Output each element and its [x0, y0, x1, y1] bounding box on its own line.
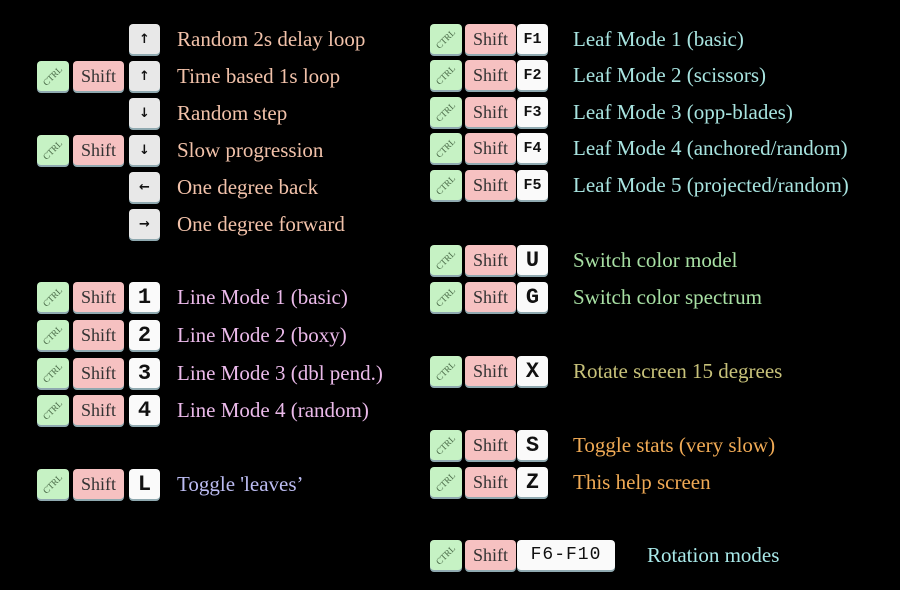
ctrl-key: CTRL [430, 24, 462, 54]
ctrl-key-label: CTRL [41, 398, 65, 422]
shift-key: Shift [465, 430, 516, 460]
ctrl-key-label: CTRL [434, 248, 458, 272]
shift-key: Shift [465, 467, 516, 497]
ctrl-key-label: CTRL [434, 543, 458, 567]
shortcut-description: Switch color spectrum [573, 285, 762, 309]
shift-key: Shift [73, 61, 124, 91]
ctrl-key-label: CTRL [434, 359, 458, 383]
shortcut-description: Toggle 'leaves’ [177, 472, 304, 496]
ctrl-key: CTRL [430, 282, 462, 312]
ctrl-key: CTRL [430, 170, 462, 200]
shift-key: Shift [465, 170, 516, 200]
key-u: U [517, 245, 548, 275]
ctrl-key: CTRL [430, 245, 462, 275]
shift-key: Shift [465, 245, 516, 275]
ctrl-key-label: CTRL [434, 63, 458, 87]
ctrl-key-label: CTRL [434, 433, 458, 457]
shortcut-description: Leaf Mode 3 (opp-blades) [573, 100, 793, 124]
shortcut-description: Line Mode 2 (boxy) [177, 323, 347, 347]
ctrl-key-label: CTRL [434, 470, 458, 494]
shortcut-description: Random 2s delay loop [177, 27, 366, 51]
shift-key: Shift [465, 60, 516, 90]
arrow-left-icon: ← [129, 172, 160, 202]
key-3: 3 [129, 358, 160, 388]
ctrl-key: CTRL [37, 282, 69, 312]
ctrl-key: CTRL [430, 430, 462, 460]
shift-key: Shift [73, 469, 124, 499]
key-f4: F4 [517, 133, 548, 163]
shortcut-description: Toggle stats (very slow) [573, 433, 776, 457]
ctrl-key: CTRL [430, 133, 462, 163]
ctrl-key: CTRL [37, 320, 69, 350]
ctrl-key: CTRL [37, 61, 69, 91]
shortcut-description: Rotate screen 15 degrees [573, 359, 783, 383]
ctrl-key: CTRL [430, 97, 462, 127]
key-4: 4 [129, 395, 160, 425]
ctrl-key-label: CTRL [41, 64, 65, 88]
shift-key: Shift [73, 282, 124, 312]
arrow-down-icon: ↓ [129, 98, 160, 128]
ctrl-key: CTRL [430, 60, 462, 90]
shift-key: Shift [73, 395, 124, 425]
key-z: Z [517, 467, 548, 497]
ctrl-key-label: CTRL [41, 472, 65, 496]
key-f5: F5 [517, 170, 548, 200]
arrow-right-icon: → [129, 209, 160, 239]
key-f2: F2 [517, 60, 548, 90]
ctrl-key: CTRL [430, 540, 462, 570]
ctrl-key-label: CTRL [41, 138, 65, 162]
shortcut-description: Leaf Mode 1 (basic) [573, 27, 744, 51]
shift-key: Shift [73, 358, 124, 388]
ctrl-key: CTRL [37, 135, 69, 165]
shift-key: Shift [465, 356, 516, 386]
shortcut-description: One degree back [177, 175, 319, 199]
key-f6-f10: F6-F10 [517, 540, 615, 570]
shortcut-description: Leaf Mode 4 (anchored/random) [573, 136, 848, 160]
ctrl-key-label: CTRL [434, 285, 458, 309]
key-l: L [129, 469, 160, 499]
ctrl-key-label: CTRL [434, 136, 458, 160]
arrow-down-icon: ↓ [129, 135, 160, 165]
key-x: X [517, 356, 548, 386]
ctrl-key-label: CTRL [41, 323, 65, 347]
shift-key: Shift [465, 133, 516, 163]
shortcut-description: Time based 1s loop [177, 64, 341, 88]
shift-key: Shift [465, 282, 516, 312]
shortcut-description: This help screen [573, 470, 711, 494]
shift-key: Shift [465, 97, 516, 127]
ctrl-key: CTRL [37, 358, 69, 388]
shortcut-description: One degree forward [177, 212, 345, 236]
ctrl-key: CTRL [430, 356, 462, 386]
ctrl-key: CTRL [430, 467, 462, 497]
key-f3: F3 [517, 97, 548, 127]
ctrl-key: CTRL [37, 469, 69, 499]
arrow-up-icon: ↑ [129, 61, 160, 91]
ctrl-key-label: CTRL [41, 361, 65, 385]
shortcut-description: Leaf Mode 2 (scissors) [573, 63, 767, 87]
shortcut-description: Random step [177, 101, 288, 125]
key-2: 2 [129, 320, 160, 350]
ctrl-key-label: CTRL [434, 27, 458, 51]
key-s: S [517, 430, 548, 460]
shortcut-description: Switch color model [573, 248, 738, 272]
shortcut-description: Slow progression [177, 138, 324, 162]
ctrl-key-label: CTRL [434, 100, 458, 124]
shortcut-description: Rotation modes [647, 543, 780, 567]
key-f1: F1 [517, 24, 548, 54]
ctrl-key: CTRL [37, 395, 69, 425]
ctrl-key-label: CTRL [434, 173, 458, 197]
shift-key: Shift [465, 24, 516, 54]
shift-key: Shift [465, 540, 516, 570]
arrow-up-icon: ↑ [129, 24, 160, 54]
shortcut-description: Leaf Mode 5 (projected/random) [573, 173, 849, 197]
shortcut-description: Line Mode 3 (dbl pend.) [177, 361, 383, 385]
key-1: 1 [129, 282, 160, 312]
shift-key: Shift [73, 320, 124, 350]
shortcut-description: Line Mode 1 (basic) [177, 285, 348, 309]
ctrl-key-label: CTRL [41, 285, 65, 309]
shortcut-description: Line Mode 4 (random) [177, 398, 369, 422]
shift-key: Shift [73, 135, 124, 165]
key-g: G [517, 282, 548, 312]
